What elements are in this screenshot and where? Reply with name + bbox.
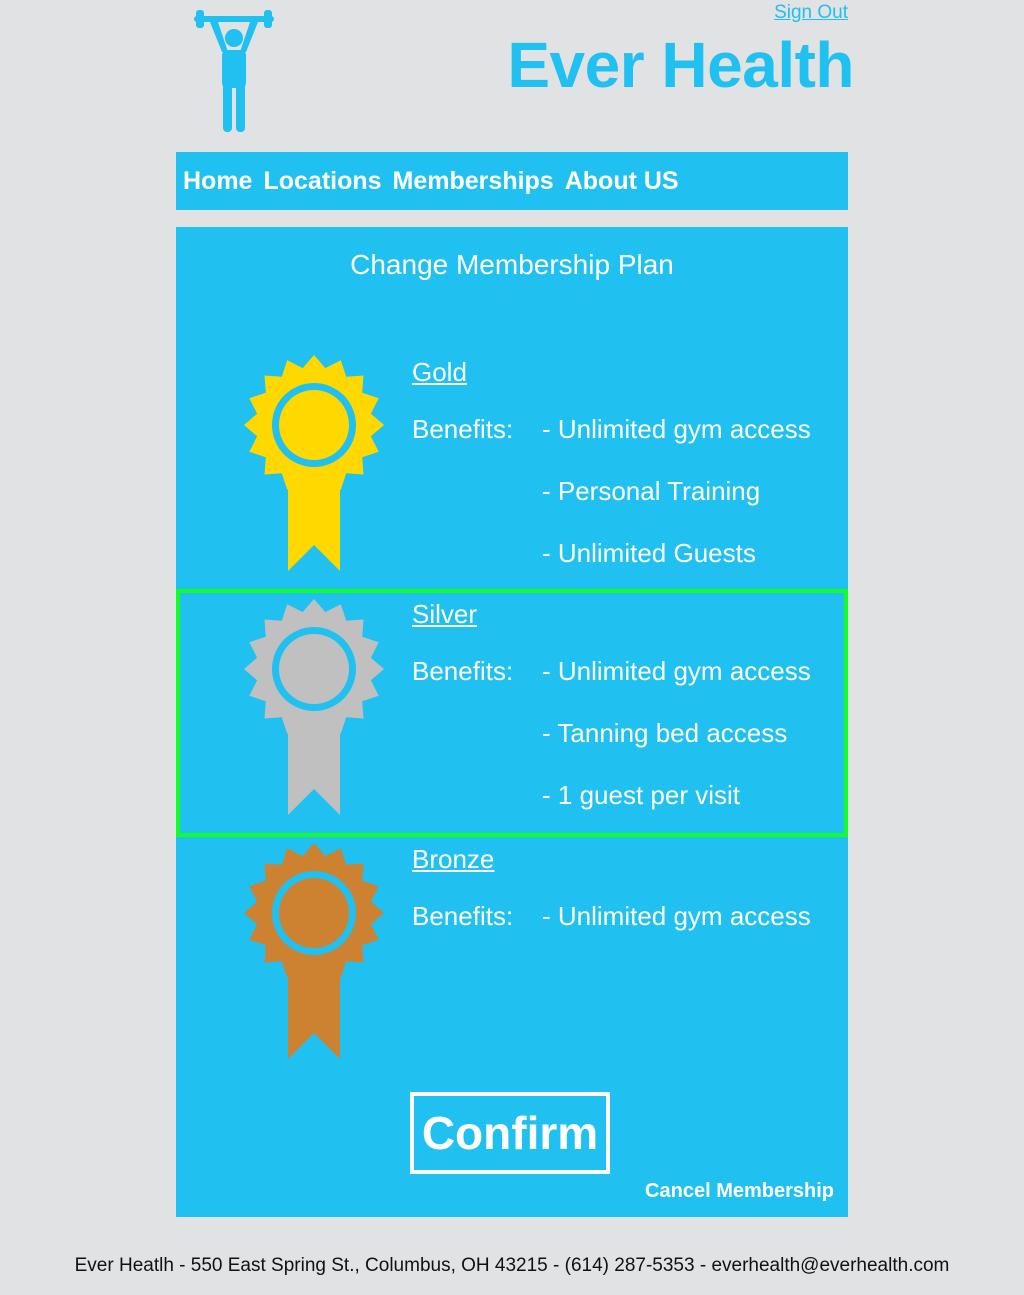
plan-gold[interactable]: Gold Benefits: - Unlimited gym access - … [176,345,848,591]
benefit-item: - 1 guest per visit [542,780,740,810]
benefit-item: - Unlimited gym access [542,414,811,444]
gold-ribbon-icon [244,355,384,571]
plan-name-bronze[interactable]: Bronze [412,844,494,875]
benefit-item: - Unlimited gym access [542,656,811,686]
silver-ribbon-icon [244,599,384,815]
main-nav: Home Locations Memberships About US [176,152,848,210]
benefits-label: Benefits: [412,414,514,444]
footer-contact: Ever Heatlh - 550 East Spring St., Colum… [74,1255,950,1276]
benefit-item: - Unlimited gym access [542,901,811,931]
membership-panel: Change Membership Plan Gold Benefits: - … [176,227,848,1217]
nav-item-home[interactable]: Home [183,167,252,196]
benefit-item: - Tanning bed access [542,718,788,748]
plan-name-gold[interactable]: Gold [412,357,467,388]
weightlifter-logo-icon [194,10,274,132]
benefit-item: - Personal Training [542,476,761,506]
sign-out-link[interactable]: Sign Out [774,2,848,24]
cancel-membership-link[interactable]: Cancel Membership [645,1180,834,1203]
benefits-label: Benefits: [412,656,514,686]
confirm-button[interactable]: Confirm [410,1092,610,1174]
benefits-label: Benefits: [412,901,514,931]
plan-silver[interactable]: Silver Benefits: - Unlimited gym access … [176,589,848,837]
page-title: Change Membership Plan [350,249,674,280]
plan-bronze[interactable]: Bronze Benefits: - Unlimited gym access [176,837,848,1073]
brand-title: Ever Health [507,29,854,101]
nav-item-about-us[interactable]: About US [565,167,679,196]
nav-item-locations[interactable]: Locations [263,167,381,196]
plan-name-silver[interactable]: Silver [412,599,477,630]
bronze-ribbon-icon [244,843,384,1059]
benefit-item: - Unlimited Guests [542,538,756,568]
nav-item-memberships[interactable]: Memberships [393,167,554,196]
